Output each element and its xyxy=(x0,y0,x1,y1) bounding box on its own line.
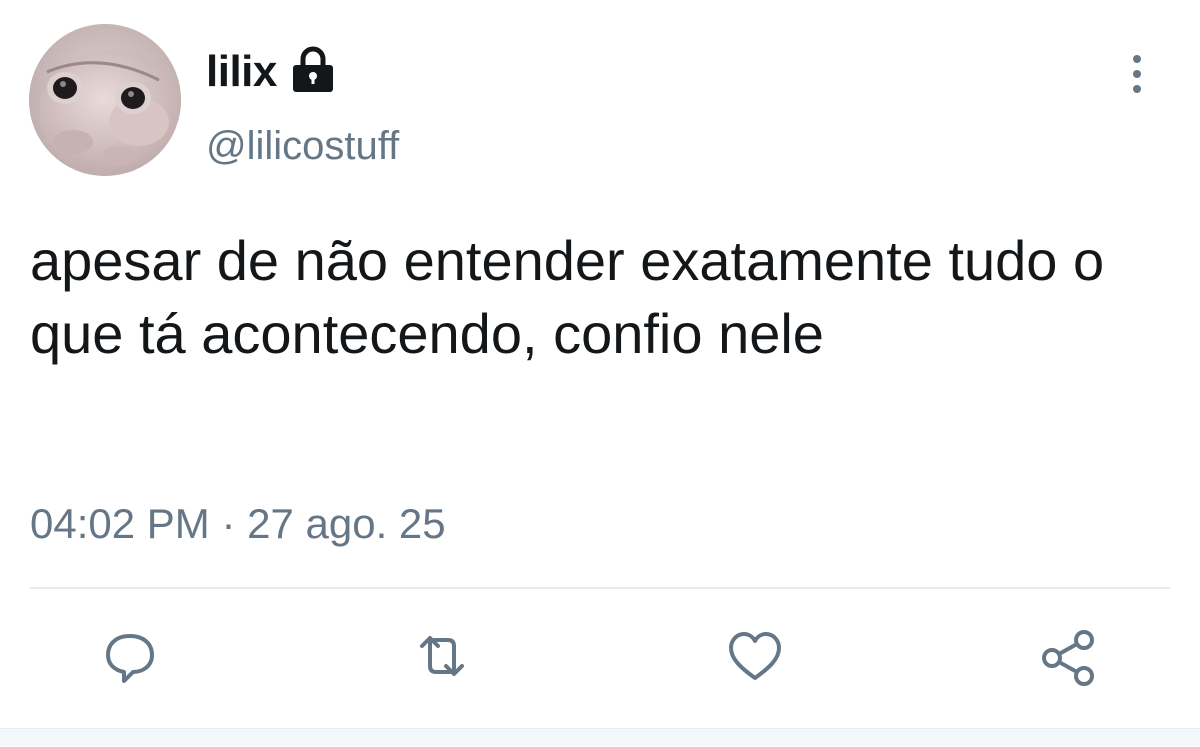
share-icon xyxy=(1042,630,1094,686)
reply-button[interactable] xyxy=(100,626,160,686)
tweet-date: 27 ago. 25 xyxy=(247,500,446,547)
meta-separator: · xyxy=(221,500,236,547)
tweet-card: lilix @lilicostuff apesar de não entende… xyxy=(0,0,1200,747)
retweet-button[interactable] xyxy=(412,626,472,686)
reply-icon xyxy=(106,634,154,683)
user-handle[interactable]: @lilicostuff xyxy=(206,124,399,169)
tweet-text: apesar de não entender exatamente tudo o… xyxy=(30,229,1120,365)
more-vertical-icon[interactable] xyxy=(1120,52,1154,96)
divider xyxy=(30,587,1170,589)
display-name[interactable]: lilix xyxy=(206,47,277,97)
lock-icon xyxy=(287,44,339,96)
retweet-icon xyxy=(420,636,464,676)
avatar[interactable] xyxy=(29,24,181,176)
like-button[interactable] xyxy=(725,626,785,686)
bottom-edge xyxy=(0,728,1200,747)
tweet-time: 04:02 PM xyxy=(30,500,210,547)
tweet-actions xyxy=(0,620,1200,700)
tweet-timestamp[interactable]: 04:02 PM · 27 ago. 25 xyxy=(30,500,446,548)
avatar-image xyxy=(29,24,181,176)
display-name-row: lilix xyxy=(206,40,339,104)
heart-icon xyxy=(729,632,781,680)
share-button[interactable] xyxy=(1038,626,1098,686)
